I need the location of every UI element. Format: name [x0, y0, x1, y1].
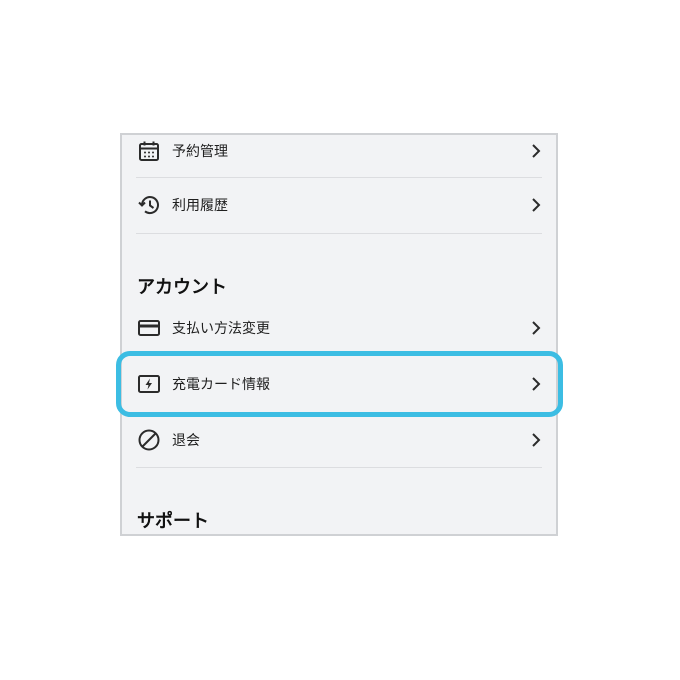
menu-item-label: 退会 — [172, 433, 200, 449]
calendar-icon — [136, 138, 162, 164]
menu-item-label: 利用履歴 — [172, 198, 228, 214]
chevron-right-icon — [530, 432, 542, 448]
credit-card-icon — [136, 315, 162, 341]
chevron-right-icon — [530, 197, 542, 213]
menu-item-label: 予約管理 — [172, 144, 228, 160]
menu-item-withdraw[interactable]: 退会 — [136, 412, 542, 468]
chevron-right-icon — [530, 143, 542, 159]
section-title-support: サポート — [137, 511, 209, 532]
settings-panel: 予約管理 利用履歴 アカウント 支払い方法変更 充電カード情報 退会 サポート — [120, 133, 558, 536]
menu-item-usage-history[interactable]: 利用履歴 — [136, 177, 542, 233]
prohibited-icon — [136, 427, 162, 453]
menu-item-label: 支払い方法変更 — [172, 321, 270, 337]
divider — [136, 467, 542, 468]
menu-item-payment-method[interactable]: 支払い方法変更 — [136, 300, 542, 356]
section-title-account: アカウント — [137, 277, 227, 298]
divider — [136, 233, 542, 234]
menu-item-reservations[interactable]: 予約管理 — [136, 135, 542, 179]
chevron-right-icon — [530, 320, 542, 336]
history-icon — [136, 192, 162, 218]
highlight-outline — [116, 351, 563, 417]
